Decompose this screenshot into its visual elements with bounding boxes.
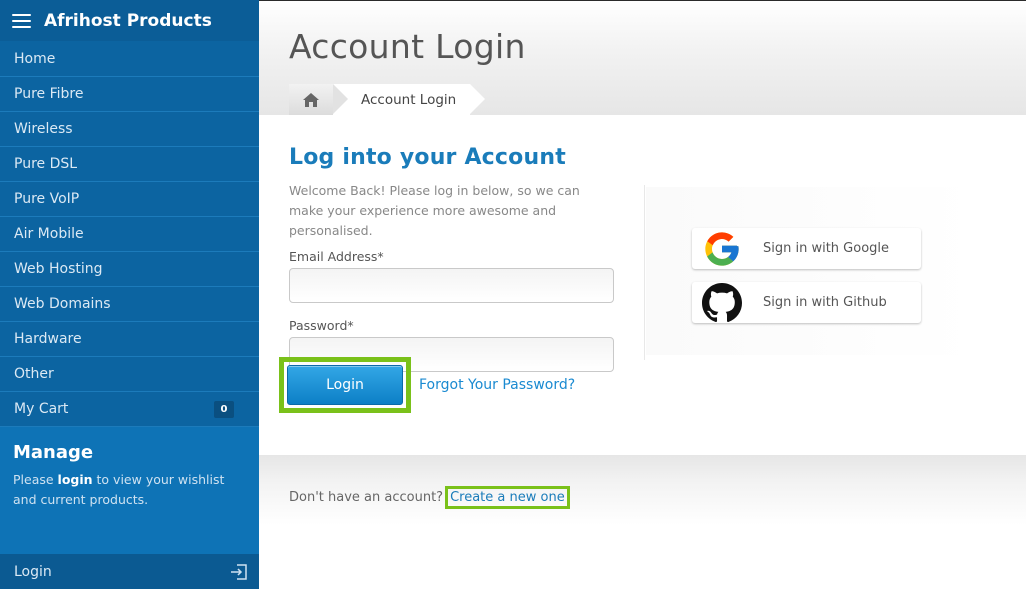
sidebar-item-label: Pure DSL	[14, 156, 78, 172]
sidebar-login-label: Login	[14, 563, 52, 580]
signup-prompt-text: Don't have an account?	[289, 490, 444, 505]
page-header: Account Login Account Login	[259, 0, 1026, 115]
email-label: Email Address*	[289, 249, 384, 264]
sidebar-item-label: Wireless	[14, 121, 73, 137]
login-button[interactable]: Login	[287, 365, 403, 405]
create-account-highlight: Create a new one	[445, 486, 570, 509]
google-signin-button[interactable]: Sign in with Google	[692, 228, 921, 269]
create-account-link[interactable]: Create a new one	[450, 490, 565, 505]
login-section: Log into your Account Welcome Back! Plea…	[259, 115, 1026, 455]
sidebar-item-label: Other	[14, 366, 54, 382]
sidebar-item-hardware[interactable]: Hardware	[0, 322, 259, 357]
login-icon	[231, 563, 247, 580]
form-actions: Login Forgot Your Password?	[279, 357, 575, 413]
sidebar-login-button[interactable]: Login	[0, 554, 259, 589]
manage-panel: Manage Please login to view your wishlis…	[0, 427, 259, 555]
manage-text: Please login to view your wishlist and c…	[13, 470, 246, 510]
sidebar-item-label: Air Mobile	[14, 226, 84, 242]
manage-title: Manage	[13, 442, 94, 463]
sidebar-item-pure-dsl[interactable]: Pure DSL	[0, 147, 259, 182]
github-icon	[702, 282, 742, 323]
github-signin-label: Sign in with Github	[763, 295, 887, 310]
sidebar-item-web-domains[interactable]: Web Domains	[0, 287, 259, 322]
manage-text-before: Please	[13, 472, 58, 487]
sidebar-item-label: Home	[14, 50, 56, 67]
form-description: Welcome Back! Please log in below, so we…	[289, 183, 580, 238]
breadcrumb: Account Login	[289, 84, 486, 115]
menu-icon[interactable]	[12, 13, 31, 28]
google-signin-label: Sign in with Google	[763, 241, 890, 256]
sidebar-title: Afrihost Products	[44, 10, 212, 31]
sidebar-item-pure-voip[interactable]: Pure VoIP	[0, 182, 259, 217]
sidebar-item-label: Web Domains	[14, 296, 111, 312]
sidebar-header: Afrihost Products	[0, 0, 259, 41]
sidebar-item-label: My Cart	[14, 401, 69, 417]
github-signin-button[interactable]: Sign in with Github	[692, 282, 921, 323]
signup-prompt: Don't have an account? Create a new one	[289, 486, 570, 509]
email-field-wrapper	[289, 268, 614, 303]
password-label: Password*	[289, 318, 354, 333]
login-button-highlight: Login	[279, 357, 411, 413]
sidebar-item-web-hosting[interactable]: Web Hosting	[0, 252, 259, 287]
sidebar-item-home[interactable]: Home	[0, 41, 259, 77]
breadcrumb-home[interactable]	[289, 84, 348, 115]
section-divider	[644, 185, 645, 360]
home-icon	[303, 92, 319, 107]
sidebar-item-my-cart[interactable]: My Cart 0	[0, 392, 259, 427]
social-login-panel: Sign in with Google Sign in with Github	[646, 187, 976, 355]
manage-login-link[interactable]: login	[58, 472, 93, 487]
page-title: Account Login	[289, 27, 526, 66]
main-content: Account Login Account Login Log into you…	[259, 0, 1026, 589]
sidebar-item-label: Web Hosting	[14, 261, 103, 277]
sidebar-item-other[interactable]: Other	[0, 357, 259, 392]
sidebar-item-label: Hardware	[14, 331, 82, 347]
sidebar-item-pure-fibre[interactable]: Pure Fibre	[0, 77, 259, 112]
cart-count-badge: 0	[214, 400, 234, 418]
login-form: Log into your Account Welcome Back! Plea…	[289, 145, 614, 387]
breadcrumb-current: Account Login	[333, 84, 486, 115]
sidebar-item-air-mobile[interactable]: Air Mobile	[0, 217, 259, 252]
sidebar-item-wireless[interactable]: Wireless	[0, 112, 259, 147]
google-icon	[702, 229, 742, 269]
sidebar-item-label: Pure VoIP	[14, 191, 80, 207]
sidebar-item-label: Pure Fibre	[14, 86, 84, 102]
sidebar: Afrihost Products Home Pure Fibre Wirele…	[0, 0, 259, 589]
forgot-password-link[interactable]: Forgot Your Password?	[419, 377, 575, 393]
email-field[interactable]	[290, 269, 613, 302]
form-title: Log into your Account	[289, 145, 566, 170]
